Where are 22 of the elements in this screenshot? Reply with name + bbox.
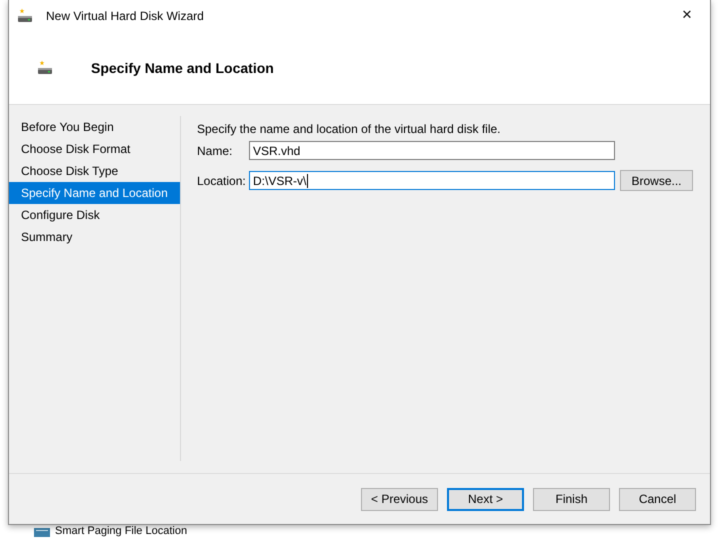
hard-disk-icon <box>17 8 33 24</box>
wizard-button[interactable]: Next > <box>447 488 524 510</box>
background-list-item: Smart Paging File Location <box>55 525 188 538</box>
wizard-button[interactable]: Finish <box>533 488 610 510</box>
wizard-step[interactable]: Choose Disk Format <box>9 138 180 160</box>
instruction-text: Specify the name and location of the virtual hard disk file. <box>197 122 502 136</box>
wizard-step[interactable]: Choose Disk Type <box>9 160 180 182</box>
wizard-button[interactable]: < Previous <box>361 488 438 510</box>
wizard-button[interactable]: Cancel <box>619 488 696 510</box>
field-label: Location: <box>197 174 247 188</box>
hard-disk-icon <box>37 60 53 76</box>
input-field[interactable]: VSR.vhd <box>249 141 615 160</box>
input-field[interactable]: D:\VSR-v\ <box>249 171 615 190</box>
wizard-step[interactable]: Summary <box>9 226 180 248</box>
wizard-step[interactable]: Specify Name and Location <box>9 182 180 204</box>
wizard-step[interactable]: Before You Begin <box>9 116 180 138</box>
field-label: Name: <box>197 144 234 158</box>
close-button[interactable]: ✕ <box>664 0 710 31</box>
window-title: New Virtual Hard Disk Wizard <box>46 8 205 22</box>
browse-button[interactable]: Browse... <box>620 170 693 191</box>
wizard-step[interactable]: Configure Disk <box>9 204 180 226</box>
page-heading: Specify Name and Location <box>91 60 274 76</box>
